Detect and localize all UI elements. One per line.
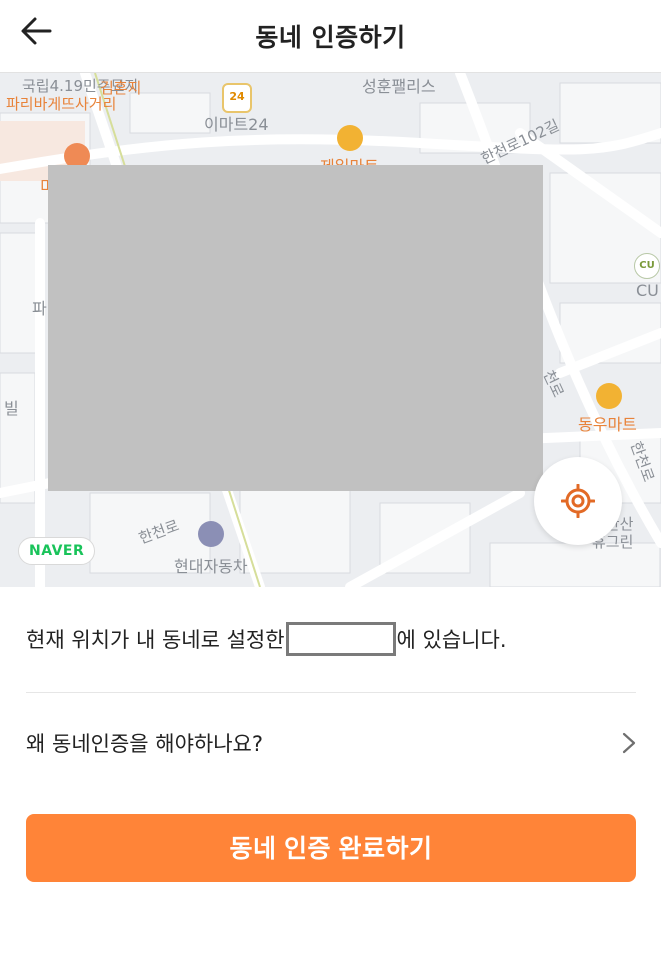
why-verify-label: 왜 동네인증을 해야하나요? [26, 732, 264, 756]
emart24-icon: 24 [222, 83, 252, 113]
app-header: 동네 인증하기 [0, 0, 661, 72]
mart-left-icon [337, 125, 363, 151]
car-dealer-icon [198, 521, 224, 547]
map-label-hyundai: 현대자동차 [174, 557, 248, 576]
map-label-emart24: 이마트24 [204, 115, 269, 134]
map-label-side-1: 파 [32, 299, 47, 318]
current-location-button[interactable] [534, 457, 622, 545]
map-label-cu: CU [636, 281, 659, 300]
naver-map-badge: NAVER [18, 537, 96, 565]
map-label-mart-right: 동우마트 [578, 415, 637, 434]
mart-right-icon [596, 383, 622, 409]
redacted-neighborhood [285, 622, 396, 656]
status-prefix: 현재 위치가 내 동네로 설정한 [26, 628, 285, 652]
page-title: 동네 인증하기 [255, 23, 406, 52]
redacted-map-area [48, 165, 543, 491]
map-label-side-2: 빌 [4, 399, 19, 418]
cu-icon: CU [634, 253, 660, 279]
status-suffix: 에 있습니다. [396, 628, 507, 652]
crosshair-icon [561, 484, 595, 518]
location-status: 현재 위치가 내 동네로 설정한 에 있습니다. [26, 622, 507, 656]
complete-verification-button[interactable]: 동네 인증 완료하기 [26, 814, 636, 882]
map-view[interactable]: 국립4.19민주묘지 김흔지 파리바게뜨사거리 24 이마트24 성훈팰리스 제… [0, 72, 661, 587]
why-verify-link[interactable]: 왜 동네인증을 해야하나요? [0, 710, 661, 774]
map-label-intersection: 파리바게뜨사거리 [6, 95, 117, 113]
map-label-palace: 성훈팰리스 [362, 77, 436, 96]
section-divider [26, 692, 636, 693]
chevron-right-icon [622, 732, 636, 754]
